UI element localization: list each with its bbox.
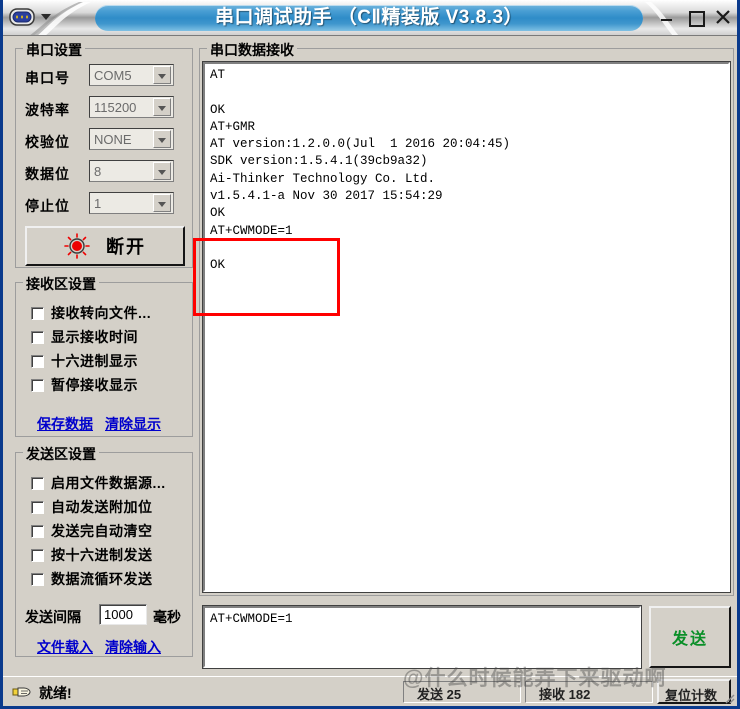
chevron-down-icon[interactable] — [153, 162, 171, 180]
databits-label: 数据位 — [25, 166, 70, 182]
serial-port-icon[interactable] — [9, 6, 35, 28]
clear-input-link[interactable]: 清除输入 — [105, 637, 161, 657]
checkbox-pause-receive[interactable]: 暂停接收显示 — [31, 375, 138, 395]
checkbox-box[interactable] — [31, 548, 44, 562]
baud-combo[interactable]: 115200 — [89, 96, 174, 118]
checkbox-box[interactable] — [31, 476, 44, 490]
checkbox-label: 显示接收时间 — [51, 329, 138, 345]
system-menu-chevron-down-icon[interactable] — [41, 14, 51, 20]
send-interval-value: 1000 — [104, 607, 133, 622]
databits-value: 8 — [94, 163, 102, 179]
chevron-down-icon[interactable] — [153, 66, 171, 84]
checkbox-enable-file-source[interactable]: 启用文件数据源... — [31, 473, 166, 493]
receive-textarea[interactable]: AT OK AT+GMR AT version:1.2.0.0(Jul 1 20… — [202, 61, 731, 593]
load-file-link[interactable]: 文件载入 — [37, 637, 93, 657]
parity-value: NONE — [94, 131, 132, 147]
baud-label: 波特率 — [25, 102, 70, 118]
checkbox-auto-clear-after-send[interactable]: 发送完自动清空 — [31, 521, 153, 541]
title-bar: 串口调试助手 （CⅡ精装版 V3.8.3） — [3, 0, 737, 36]
pointing-hand-icon — [12, 684, 32, 700]
checkbox-box[interactable] — [31, 524, 44, 538]
receive-count-text: 接收 182 — [539, 687, 591, 702]
send-count-text: 发送 25 — [417, 687, 462, 702]
send-interval-label: 发送间隔 — [25, 609, 81, 625]
chevron-down-icon[interactable] — [153, 98, 171, 116]
port-label: 串口号 — [25, 70, 70, 86]
baud-value: 115200 — [94, 99, 137, 115]
serial-debug-assistant-window: 串口调试助手 （CⅡ精装版 V3.8.3） 串口设置 串口号 COM5 波特率 … — [0, 0, 740, 709]
checkbox-show-receive-time[interactable]: 显示接收时间 — [31, 327, 138, 347]
disconnect-button-label: 断开 — [106, 237, 146, 257]
databits-combo[interactable]: 8 — [89, 160, 174, 182]
send-input-value: AT+CWMODE=1 — [210, 612, 293, 626]
stopbits-value: 1 — [94, 195, 102, 211]
disconnect-button[interactable]: 断开 — [25, 226, 185, 266]
send-interval-input[interactable]: 1000 — [99, 604, 147, 625]
checkbox-box[interactable] — [31, 306, 44, 320]
checkbox-box[interactable] — [31, 572, 44, 586]
checkbox-receive-to-file[interactable]: 接收转向文件... — [31, 303, 151, 323]
receive-text-content: AT OK AT+GMR AT version:1.2.0.0(Jul 1 20… — [210, 68, 511, 273]
minimize-button[interactable] — [659, 9, 675, 25]
checkbox-label: 自动发送附加位 — [51, 499, 153, 515]
parity-combo[interactable]: NONE — [89, 128, 174, 150]
chevron-down-icon[interactable] — [153, 194, 171, 212]
connection-led-icon — [64, 233, 90, 259]
status-ready-text: 就绪! — [39, 685, 72, 701]
stopbits-combo[interactable]: 1 — [89, 192, 174, 214]
checkbox-box[interactable] — [31, 378, 44, 392]
window-controls — [659, 5, 731, 29]
port-combo[interactable]: COM5 — [89, 64, 174, 86]
checkbox-hex-send[interactable]: 按十六进制发送 — [31, 545, 153, 565]
send-button[interactable]: 发送 — [649, 606, 731, 668]
checkbox-label: 接收转向文件... — [51, 305, 152, 321]
send-settings-label: 发送区设置 — [23, 444, 99, 464]
clear-display-link[interactable]: 清除显示 — [105, 414, 161, 434]
checkbox-label: 数据流循环发送 — [51, 571, 153, 587]
checkbox-label: 发送完自动清空 — [51, 523, 153, 539]
checkbox-auto-append[interactable]: 自动发送附加位 — [31, 497, 153, 517]
checkbox-box[interactable] — [31, 330, 44, 344]
stopbits-label: 停止位 — [25, 198, 70, 214]
resize-grip[interactable] — [721, 690, 735, 704]
serial-settings-label: 串口设置 — [23, 40, 85, 60]
chevron-down-icon[interactable] — [153, 130, 171, 148]
checkbox-label: 暂停接收显示 — [51, 377, 138, 393]
save-data-link[interactable]: 保存数据 — [37, 414, 93, 434]
send-button-label: 发送 — [671, 631, 708, 648]
checkbox-loop-send[interactable]: 数据流循环发送 — [31, 569, 153, 589]
maximize-button[interactable] — [687, 9, 705, 27]
checkbox-hex-display[interactable]: 十六进制显示 — [31, 351, 138, 371]
window-title: 串口调试助手 （CⅡ精装版 V3.8.3） — [214, 7, 524, 28]
send-textarea[interactable]: AT+CWMODE=1 — [202, 605, 642, 669]
reset-count-label: 复位计数 — [665, 688, 718, 703]
close-button[interactable] — [715, 9, 731, 25]
send-interval-unit: 毫秒 — [153, 609, 181, 625]
receive-settings-label: 接收区设置 — [23, 274, 99, 294]
checkbox-label: 按十六进制发送 — [51, 547, 153, 563]
checkbox-label: 十六进制显示 — [51, 353, 138, 369]
checkbox-label: 启用文件数据源... — [51, 475, 166, 491]
port-value: COM5 — [94, 67, 132, 83]
receive-data-label: 串口数据接收 — [207, 40, 297, 60]
checkbox-box[interactable] — [31, 500, 44, 514]
status-bar: 就绪! 发送 25 接收 182 复位计数 — [3, 676, 737, 706]
checkbox-box[interactable] — [31, 354, 44, 368]
parity-label: 校验位 — [25, 134, 70, 150]
